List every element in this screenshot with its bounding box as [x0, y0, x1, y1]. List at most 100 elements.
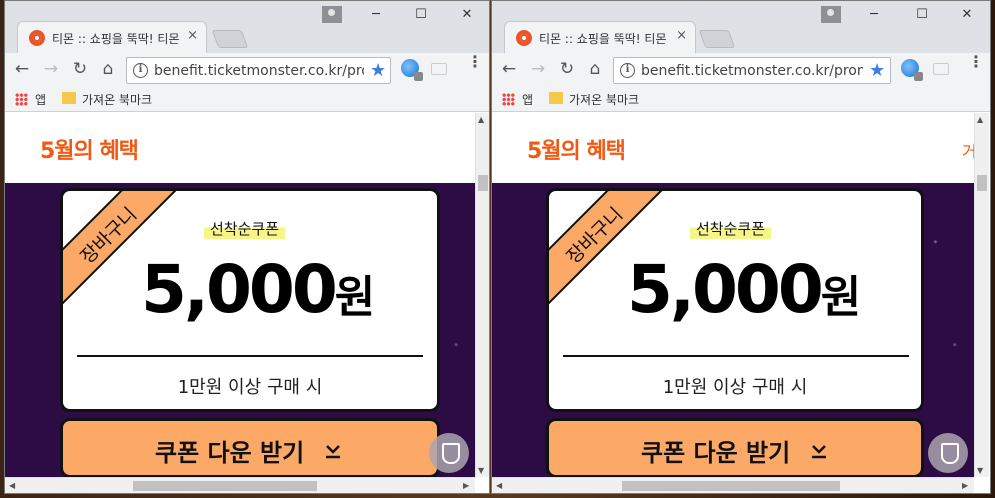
coupon-download-button[interactable]: 쿠폰 다운 받기	[546, 418, 924, 477]
home-icon[interactable]: ⌂	[97, 59, 119, 79]
url-text: benefit.ticketmonster.co.kr/promot	[154, 63, 364, 79]
vertical-scroll-thumb[interactable]	[977, 175, 987, 191]
forward-icon[interactable]: →	[527, 59, 549, 79]
extension-globe-icon[interactable]	[901, 59, 923, 81]
scroll-up-arrow[interactable]: ▲	[977, 115, 983, 124]
horizontal-scroll-thumb[interactable]	[133, 481, 317, 491]
bookmark-apps[interactable]: 앱	[522, 91, 533, 108]
close-window-button[interactable]: ✕	[957, 7, 977, 22]
address-bar[interactable]: i benefit.ticketmonster.co.kr/promot ★	[613, 57, 891, 84]
promo-title: 5월의 혜택	[40, 139, 139, 164]
folder-icon	[549, 92, 563, 104]
maximize-button[interactable]: ☐	[912, 7, 932, 22]
bookmark-apps[interactable]: 앱	[35, 91, 46, 108]
menu-icon[interactable]: ⋮	[968, 54, 984, 70]
vertical-scrollbar[interactable]: ▲ ▼	[974, 113, 989, 477]
title-bar: 티몬 :: 쇼핑을 뚝딱! 티몬 × ─ ☐ ✕	[5, 1, 489, 53]
promo-header: 5월의 혜택	[5, 113, 475, 183]
scroll-down-arrow[interactable]: ▼	[478, 466, 484, 475]
coupon-card: 장바구니 선착순쿠폰 5,000원 1만원 이상 구매 시	[546, 188, 924, 412]
profile-icon[interactable]	[821, 6, 841, 23]
minimize-button[interactable]: ─	[864, 7, 884, 22]
scroll-right-arrow[interactable]: ▶	[463, 481, 469, 490]
profile-icon[interactable]	[322, 6, 342, 23]
page-viewport: 5월의 혜택 장바구니 선착순쿠폰 5,000원 1만원 이상 구매 시 쿠폰 …	[5, 113, 475, 477]
new-tab-button[interactable]	[211, 30, 249, 48]
vertical-scrollbar[interactable]: ▲ ▼	[475, 113, 489, 477]
coupon-condition: 1만원 이상 구매 시	[177, 377, 323, 398]
bookmark-star-icon[interactable]: ★	[370, 60, 386, 81]
home-icon[interactable]: ⌂	[584, 59, 606, 79]
scroll-left-arrow[interactable]: ◀	[496, 481, 502, 490]
browser-window-right: 티몬 :: 쇼핑을 뚝딱! 티몬 × ─ ☐ ✕ ← → ↻ ⌂ i benef…	[491, 0, 991, 494]
folder-icon	[62, 92, 76, 104]
reload-icon[interactable]: ↻	[69, 59, 91, 79]
info-icon[interactable]: i	[133, 63, 148, 78]
coupon-amount-unit: 원	[334, 272, 376, 323]
browser-window-left: 티몬 :: 쇼핑을 뚝딱! 티몬 × ─ ☐ ✕ ← → ↻ ⌂ i benef…	[4, 0, 490, 494]
url-text: benefit.ticketmonster.co.kr/promot	[641, 63, 863, 79]
reload-icon[interactable]: ↻	[556, 59, 578, 79]
new-tab-button[interactable]	[698, 30, 736, 48]
tmon-favicon-icon	[29, 30, 45, 46]
coupon-download-button[interactable]: 쿠폰 다운 받기	[60, 418, 440, 477]
download-arrow-icon	[326, 445, 340, 459]
tab-title: 티몬 :: 쇼핑을 뚝딱! 티몬	[539, 32, 667, 46]
coupon-card: 장바구니 선착순쿠폰 5,000원 1만원 이상 구매 시	[60, 188, 440, 412]
bookmarks-bar: 앱 가져온 북마크	[5, 87, 489, 112]
coupon-tag: 선착순쿠폰	[204, 218, 286, 239]
coupon-condition: 1만원 이상 구매 시	[662, 377, 808, 398]
coupon-amount: 5,000원	[627, 251, 861, 328]
scroll-up-arrow[interactable]: ▲	[478, 115, 484, 124]
title-bar: 티몬 :: 쇼핑을 뚝딱! 티몬 × ─ ☐ ✕	[492, 1, 990, 53]
scroll-right-arrow[interactable]: ▶	[962, 481, 968, 490]
bookmark-star-icon[interactable]: ★	[869, 60, 885, 81]
tmon-favicon-icon	[516, 30, 532, 46]
extension-globe-icon[interactable]	[401, 59, 423, 81]
forward-icon[interactable]: →	[40, 59, 62, 79]
menu-icon[interactable]: ⋮	[467, 54, 483, 70]
promo-header: 5월의 혜택 거	[492, 113, 974, 183]
cast-icon[interactable]	[933, 63, 949, 75]
coupon-divider	[77, 355, 423, 357]
info-icon[interactable]: i	[620, 63, 635, 78]
shield-icon[interactable]	[429, 433, 469, 473]
apps-grid-icon[interactable]	[15, 93, 28, 106]
vertical-scroll-thumb[interactable]	[478, 175, 488, 191]
bookmark-folder-imported[interactable]: 가져온 북마크	[82, 91, 152, 108]
horizontal-scrollbar[interactable]: ◀ ▶	[5, 477, 475, 493]
browser-tab[interactable]: 티몬 :: 쇼핑을 뚝딱! 티몬 ×	[504, 21, 696, 53]
promo-title: 5월의 혜택	[527, 139, 626, 164]
bookmarks-bar: 앱 가져온 북마크	[492, 87, 990, 112]
back-icon[interactable]: ←	[11, 59, 33, 79]
coupon-tag: 선착순쿠폰	[690, 218, 772, 239]
download-arrow-icon	[812, 445, 826, 459]
tab-close-icon[interactable]: ×	[676, 28, 687, 43]
coupon-amount-unit: 원	[820, 272, 862, 323]
header-link-partial[interactable]: 거	[962, 138, 974, 162]
scroll-left-arrow[interactable]: ◀	[9, 481, 15, 490]
download-button-label: 쿠폰 다운 받기	[641, 439, 791, 467]
coupon-amount-value: 5,000	[627, 251, 824, 328]
coupon-amount-value: 5,000	[141, 251, 338, 328]
tab-close-icon[interactable]: ×	[187, 28, 198, 43]
cast-icon[interactable]	[431, 63, 447, 75]
horizontal-scroll-thumb[interactable]	[622, 481, 840, 491]
coupon-amount: 5,000원	[141, 251, 375, 328]
maximize-button[interactable]: ☐	[411, 7, 431, 22]
back-icon[interactable]: ←	[498, 59, 520, 79]
shield-icon[interactable]	[928, 433, 968, 473]
page-viewport: 5월의 혜택 거 장바구니 선착순쿠폰 5,000원 1만원 이상 구매 시 쿠…	[492, 113, 974, 477]
address-bar[interactable]: i benefit.ticketmonster.co.kr/promot ★	[126, 57, 391, 84]
tab-title: 티몬 :: 쇼핑을 뚝딱! 티몬	[52, 32, 180, 46]
close-window-button[interactable]: ✕	[457, 7, 477, 22]
horizontal-scrollbar[interactable]: ◀ ▶	[492, 477, 974, 493]
bookmark-folder-imported[interactable]: 가져온 북마크	[569, 91, 639, 108]
browser-toolbar: ← → ↻ ⌂ i benefit.ticketmonster.co.kr/pr…	[5, 53, 489, 87]
scroll-down-arrow[interactable]: ▼	[977, 466, 983, 475]
browser-tab[interactable]: 티몬 :: 쇼핑을 뚝딱! 티몬 ×	[17, 21, 207, 53]
minimize-button[interactable]: ─	[366, 7, 386, 22]
apps-grid-icon[interactable]	[502, 93, 515, 106]
browser-toolbar: ← → ↻ ⌂ i benefit.ticketmonster.co.kr/pr…	[492, 53, 990, 87]
coupon-divider	[563, 355, 909, 357]
